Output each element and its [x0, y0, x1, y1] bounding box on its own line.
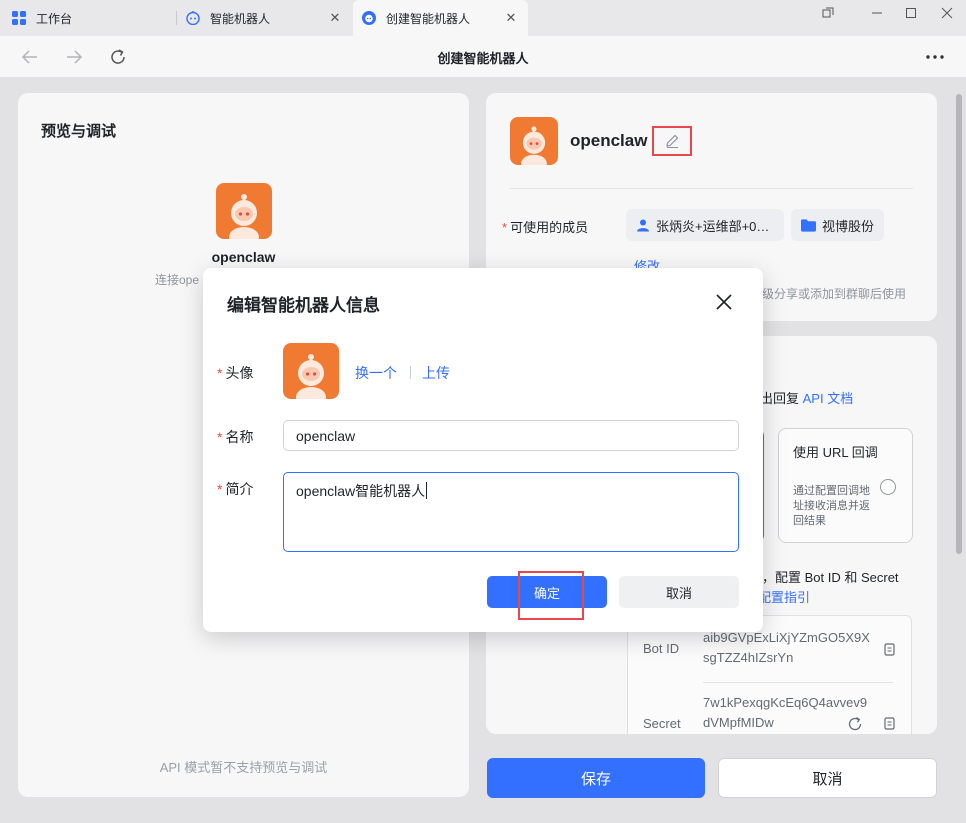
name-input[interactable]: openclaw	[283, 420, 739, 451]
copy-icon[interactable]	[881, 642, 897, 658]
config-guide-link[interactable]: 配置指引	[758, 587, 810, 606]
share-note: 级分享或添加到群聊后使用	[762, 287, 907, 301]
credentials-box: Bot ID aib9GVpExLiXjYZmGO5X9XsgTZZ4hIZsr…	[627, 615, 912, 734]
highlight-box	[518, 571, 584, 620]
tab-label: 智能机器人	[210, 11, 271, 26]
name-label: * 名称	[217, 429, 254, 445]
tab-label: 创建智能机器人	[386, 11, 471, 26]
close-icon[interactable]	[714, 292, 734, 312]
robot-icon	[186, 11, 200, 25]
scrollbar[interactable]	[956, 94, 962, 554]
change-avatar-link[interactable]: 换一个	[355, 363, 397, 383]
url-callback-radio[interactable]	[880, 479, 896, 495]
divider	[703, 682, 893, 683]
refresh-icon[interactable]	[847, 716, 863, 732]
dialog-cancel-button[interactable]: 取消	[619, 576, 739, 608]
description-textarea[interactable]: openclaw智能机器人	[283, 472, 739, 552]
preview-bot-desc: 连接ope	[155, 273, 200, 287]
pin-window-icon[interactable]	[817, 4, 839, 22]
dialog-title: 编辑智能机器人信息	[227, 296, 380, 315]
member-chip[interactable]: 张炳炎+运维部+0…	[626, 209, 784, 241]
url-card-desc: 通过配置回调地址接收消息并返回结果	[793, 485, 870, 527]
bot-id-value: aib9GVpExLiXjYZmGO5X9XsgTZZ4hIZsrYn	[703, 630, 870, 665]
avatar-label: * 头像	[217, 365, 254, 381]
nav-bar: 创建智能机器人	[0, 36, 966, 78]
close-window-icon[interactable]	[936, 4, 958, 22]
bot-secret-hint: ，配置 Bot ID 和 Secret	[762, 570, 899, 585]
desc-label: * 简介	[217, 481, 254, 497]
secret-label: Secret	[643, 716, 681, 731]
cancel-button[interactable]: 取消	[718, 758, 937, 798]
tab-create-robot[interactable]: 创建智能机器人 ✕	[353, 0, 528, 36]
members-label: * 可使用的成员	[502, 220, 589, 235]
minimize-icon[interactable]	[866, 4, 888, 22]
tab-label: 工作台	[36, 11, 73, 26]
more-icon[interactable]	[923, 45, 947, 69]
preview-bot-name: openclaw	[211, 249, 276, 265]
bot-id-label: Bot ID	[643, 641, 680, 656]
tab-robots[interactable]: 智能机器人 ✕	[177, 0, 352, 36]
bot-avatar	[510, 117, 558, 165]
bot-name: openclaw	[570, 131, 648, 150]
maximize-icon[interactable]	[900, 4, 922, 22]
preview-title: 预览与调试	[41, 123, 117, 140]
url-callback-card[interactable]: 使用 URL 回调 通过配置回调地址接收消息并返回结果	[778, 428, 913, 543]
divider	[510, 188, 913, 189]
close-icon[interactable]: ✕	[328, 11, 342, 25]
folder-icon	[801, 218, 816, 232]
user-icon	[637, 219, 649, 232]
edit-bot-dialog: 编辑智能机器人信息 * 头像 换一个 上传 * 名称 openclaw * 简介 op…	[203, 268, 763, 632]
robot-icon	[362, 11, 376, 25]
edit-icon[interactable]	[652, 126, 692, 156]
close-icon[interactable]: ✕	[504, 11, 518, 25]
text-caret	[426, 482, 428, 499]
tab-workbench[interactable]: 工作台	[0, 0, 176, 36]
api-mode-note: API 模式暂不支持预览与调试	[159, 760, 328, 775]
save-button[interactable]: 保存	[487, 758, 705, 798]
url-card-title: 使用 URL 回调	[793, 445, 878, 460]
api-doc-link[interactable]: API 文档	[803, 391, 854, 406]
copy-icon[interactable]	[881, 716, 897, 732]
org-chip[interactable]: 视博股份	[791, 209, 884, 241]
dialog-avatar	[283, 343, 339, 399]
tab-bar: 工作台 智能机器人 ✕ 创建智能机器人 ✕	[0, 0, 966, 36]
reply-hint: 出回复 API 文档	[760, 391, 854, 406]
upload-avatar-link[interactable]: 上传	[422, 363, 450, 383]
grid-icon	[12, 11, 26, 25]
divider	[410, 366, 411, 379]
page-title: 创建智能机器人	[437, 51, 529, 66]
bot-avatar	[216, 183, 272, 239]
